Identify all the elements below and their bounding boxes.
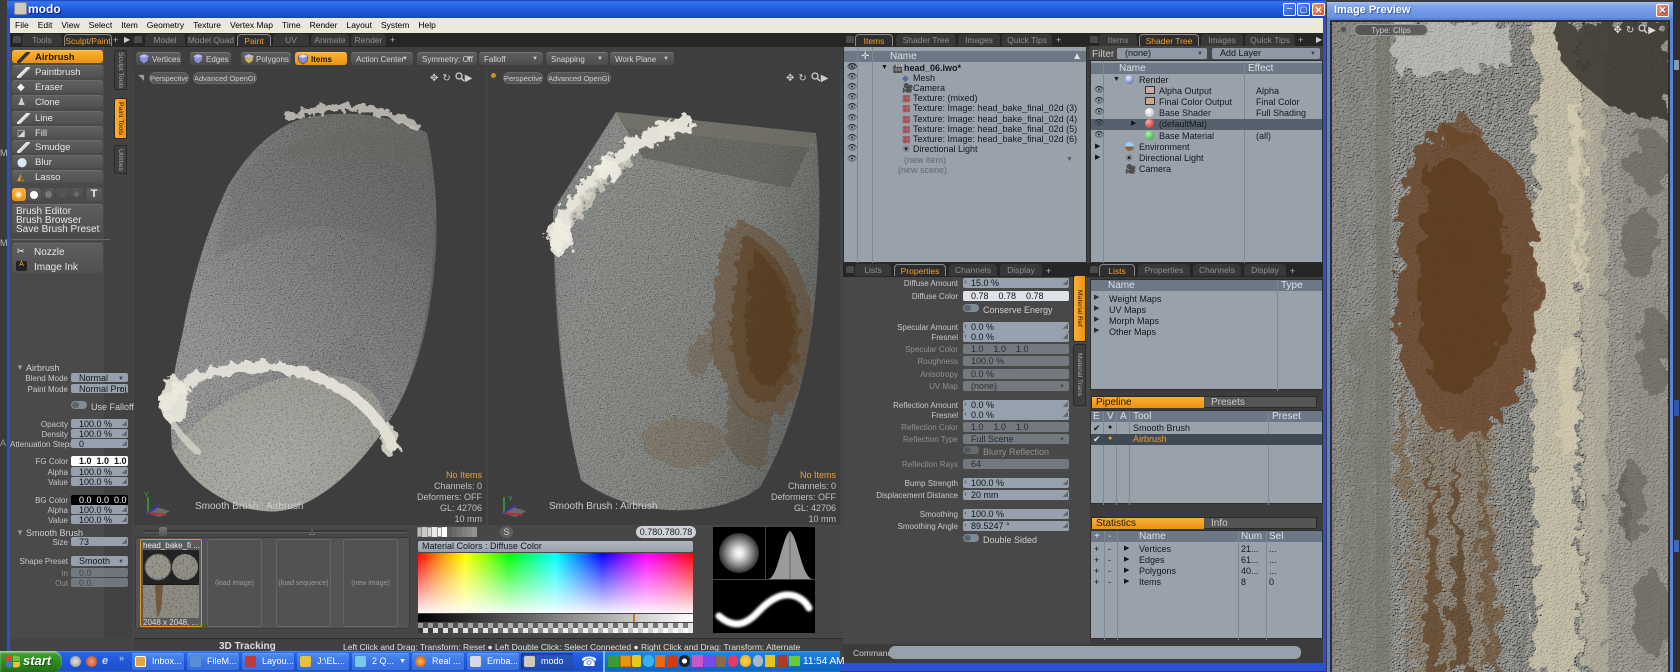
svg-text:Y: Y bbox=[144, 492, 149, 499]
svg-text:Y: Y bbox=[508, 496, 513, 503]
